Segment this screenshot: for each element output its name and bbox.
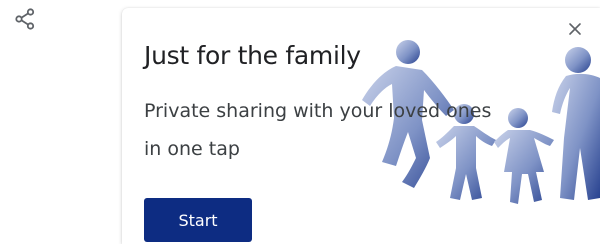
promo-card: Just for the family Private sharing with… (122, 8, 600, 244)
start-button[interactable]: Start (144, 198, 252, 242)
card-description: Private sharing with your loved ones in … (144, 100, 492, 160)
close-icon (568, 22, 582, 41)
share-icon (13, 7, 37, 36)
card-title: Just for the family (144, 41, 361, 70)
close-button[interactable] (564, 20, 586, 42)
share-button[interactable] (10, 6, 40, 36)
